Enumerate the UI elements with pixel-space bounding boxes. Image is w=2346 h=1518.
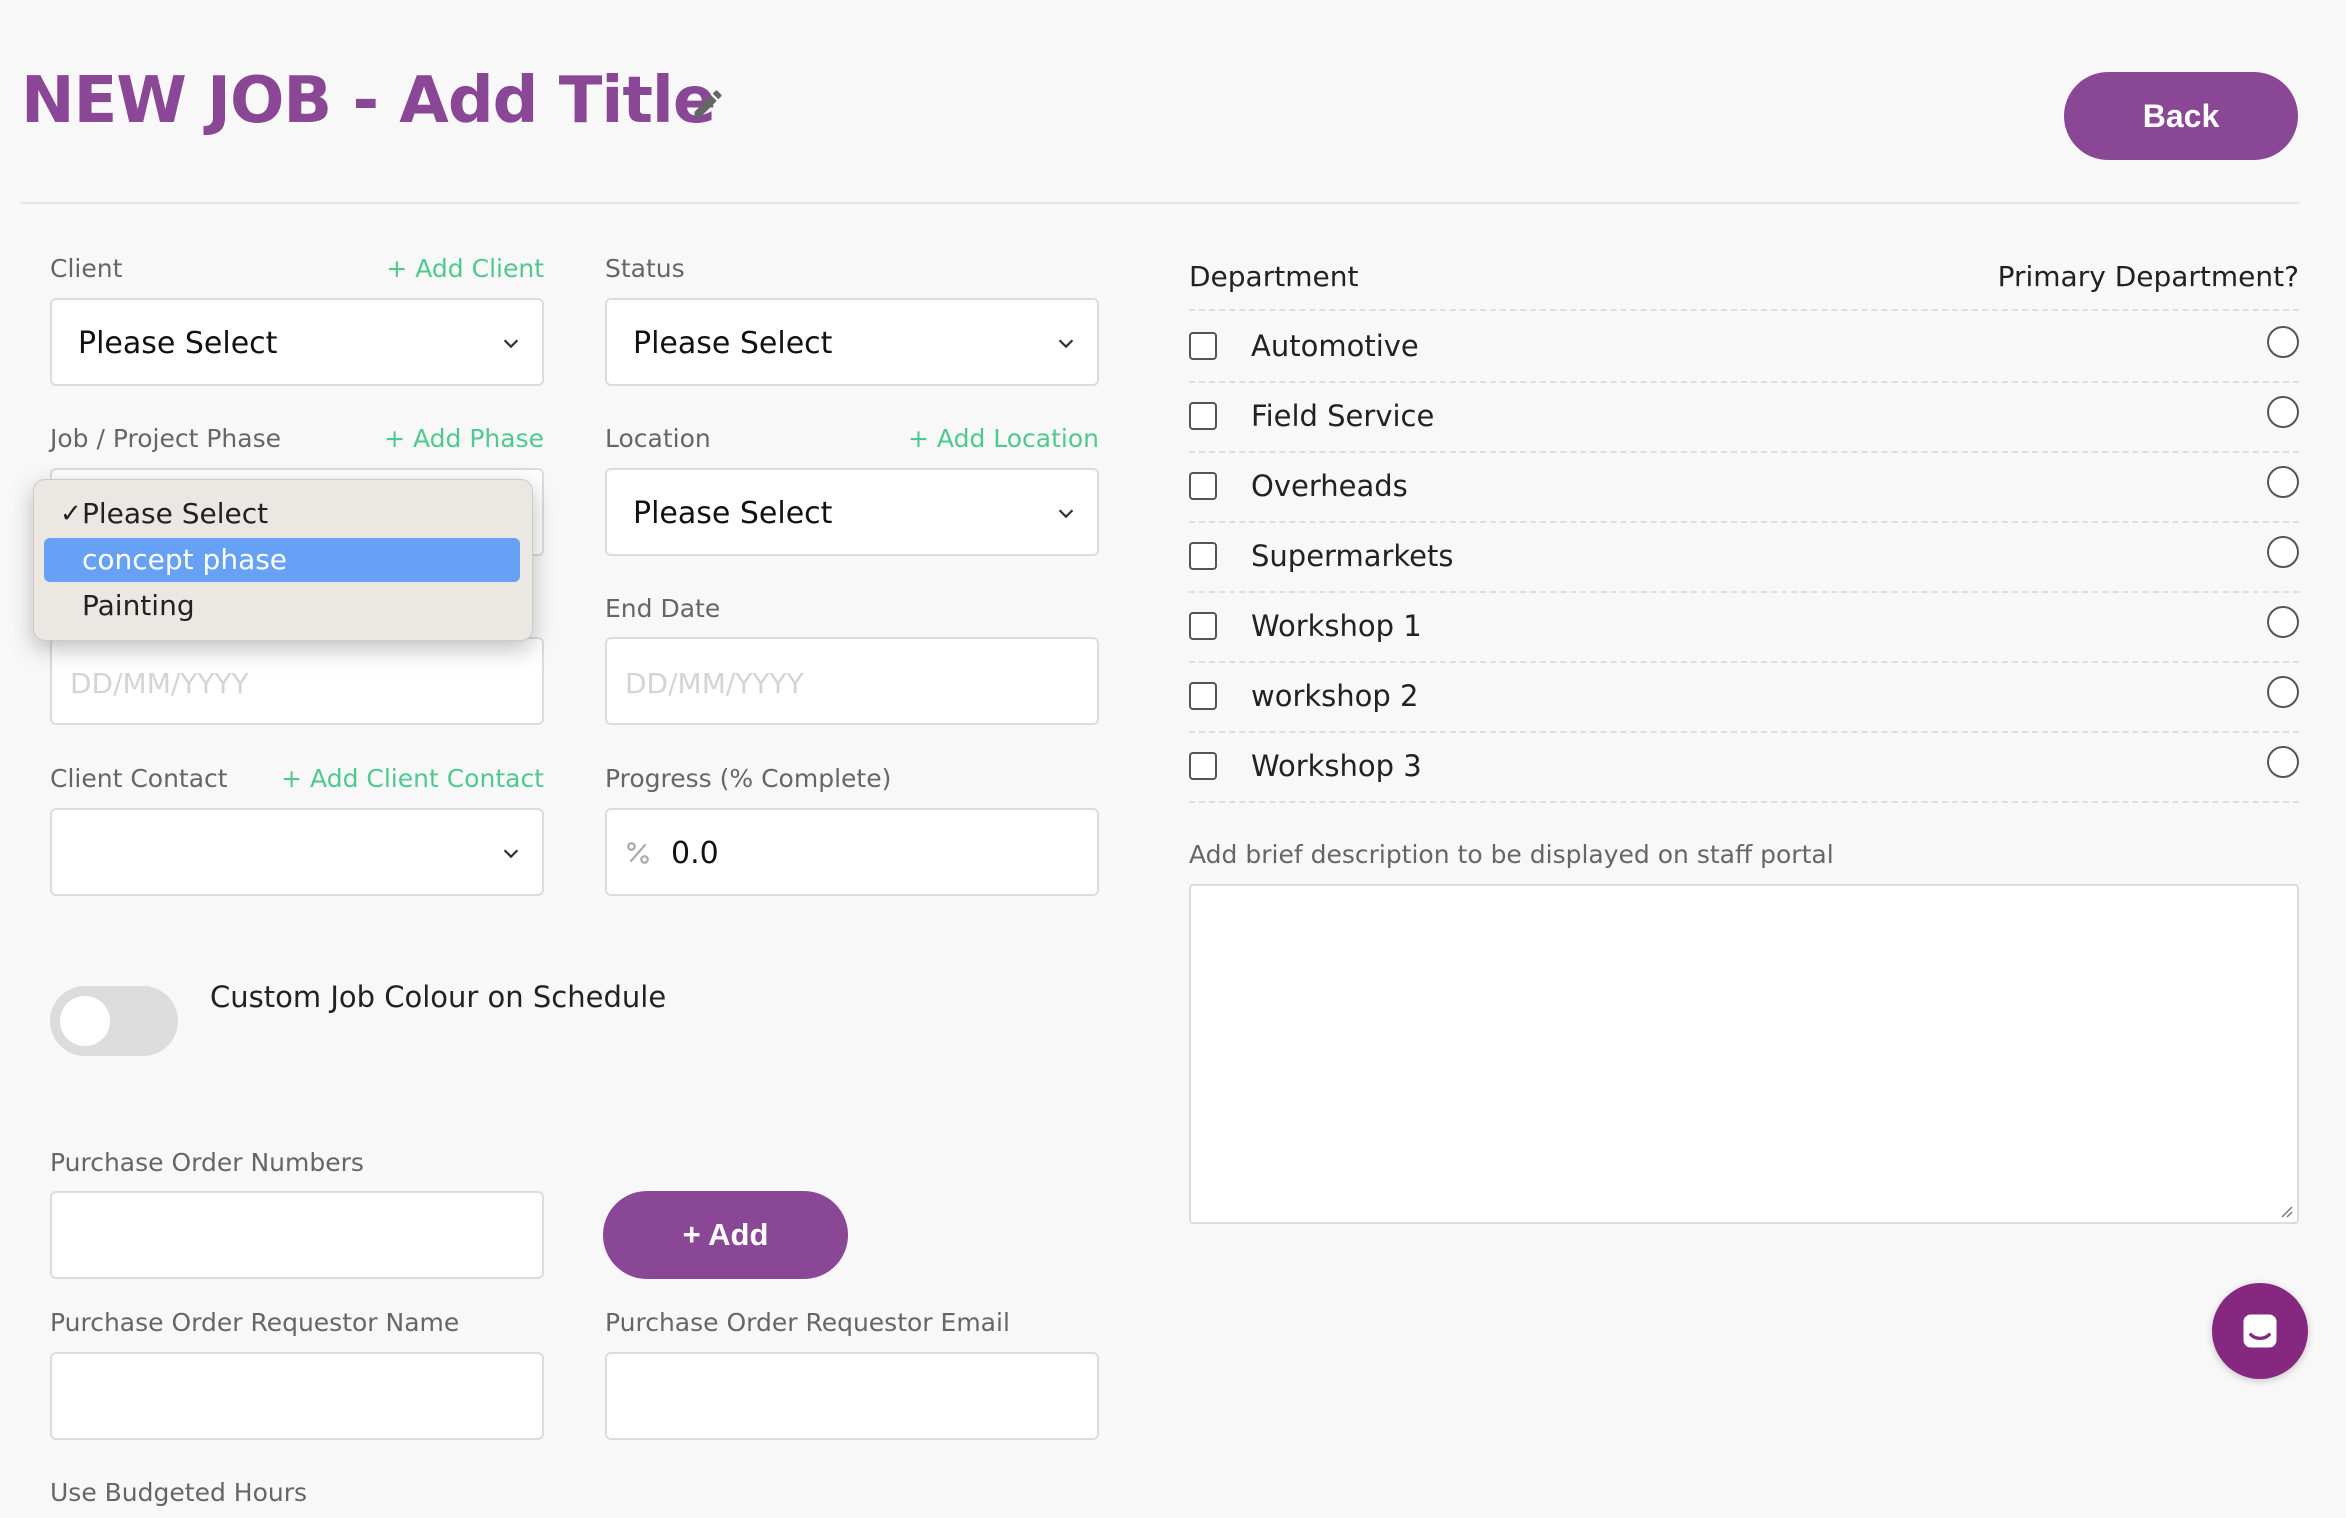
budgeted-hours-label: Use Budgeted Hours bbox=[50, 1478, 308, 1507]
add-location-link[interactable]: + Add Location bbox=[880, 424, 1099, 453]
primary-department-header: Primary Department? bbox=[1997, 260, 2299, 293]
end-date-placeholder: DD/MM/YYYY bbox=[625, 667, 804, 700]
toggle-knob bbox=[60, 996, 110, 1046]
department-name: Supermarkets bbox=[1251, 539, 1454, 573]
department-name: workshop 2 bbox=[1251, 679, 1419, 713]
status-label: Status bbox=[605, 254, 685, 283]
description-label: Add brief description to be displayed on… bbox=[1189, 840, 1834, 869]
chat-widget-button[interactable] bbox=[2212, 1283, 2308, 1379]
add-client-contact-link[interactable]: + Add Client Contact bbox=[280, 764, 544, 793]
phase-option-painting[interactable]: Painting bbox=[44, 584, 520, 628]
phase-label: Job / Project Phase bbox=[50, 424, 281, 453]
add-phase-link[interactable]: + Add Phase bbox=[380, 424, 544, 453]
pencil-icon[interactable] bbox=[690, 86, 726, 122]
phase-option-concept-phase[interactable]: concept phase bbox=[44, 538, 520, 582]
client-select[interactable]: Please Select bbox=[50, 298, 544, 386]
chevron-down-icon bbox=[1058, 339, 1074, 349]
department-name: Workshop 3 bbox=[1251, 749, 1422, 783]
department-name: Workshop 1 bbox=[1251, 609, 1422, 643]
phase-option-label: Painting bbox=[82, 589, 195, 622]
back-button[interactable]: Back bbox=[2064, 72, 2298, 160]
phase-option-label: Please Select bbox=[82, 497, 269, 530]
start-date-placeholder: DD/MM/YYYY bbox=[70, 667, 249, 700]
end-date-label: End Date bbox=[605, 594, 721, 623]
department-row: Automotive bbox=[1189, 311, 2299, 383]
chevron-down-icon bbox=[503, 339, 519, 349]
department-checkbox[interactable] bbox=[1189, 402, 1217, 430]
department-checkbox[interactable] bbox=[1189, 752, 1217, 780]
primary-department-radio[interactable] bbox=[2267, 536, 2299, 568]
primary-department-radio[interactable] bbox=[2267, 676, 2299, 708]
department-row: Field Service bbox=[1189, 381, 2299, 453]
department-checkbox[interactable] bbox=[1189, 542, 1217, 570]
department-name: Automotive bbox=[1251, 329, 1419, 363]
phase-dropdown-menu: ✓ Please Select concept phase Painting bbox=[33, 479, 533, 641]
department-row: Overheads bbox=[1189, 451, 2299, 523]
phase-option-please-select[interactable]: ✓ Please Select bbox=[44, 492, 520, 536]
progress-value: 0.0 bbox=[671, 836, 719, 871]
phase-option-label: concept phase bbox=[82, 543, 288, 576]
description-textarea[interactable] bbox=[1189, 884, 2299, 1224]
primary-department-radio[interactable] bbox=[2267, 326, 2299, 358]
department-name: Field Service bbox=[1251, 399, 1435, 433]
department-row: Workshop 1 bbox=[1189, 591, 2299, 663]
status-select[interactable]: Please Select bbox=[605, 298, 1099, 386]
client-label: Client bbox=[50, 254, 123, 283]
chevron-down-icon bbox=[1058, 509, 1074, 519]
percent-icon bbox=[627, 842, 649, 864]
department-header: Department bbox=[1189, 260, 1359, 293]
client-select-value: Please Select bbox=[78, 326, 278, 361]
po-numbers-input[interactable] bbox=[50, 1191, 544, 1279]
department-checkbox[interactable] bbox=[1189, 682, 1217, 710]
progress-label: Progress (% Complete) bbox=[605, 764, 892, 793]
po-requestor-name-input[interactable] bbox=[50, 1352, 544, 1440]
page-title: NEW JOB - Add Title bbox=[21, 64, 716, 138]
status-select-value: Please Select bbox=[633, 326, 833, 361]
custom-colour-toggle[interactable] bbox=[50, 986, 178, 1056]
department-name: Overheads bbox=[1251, 469, 1408, 503]
resize-handle-icon[interactable] bbox=[2279, 1204, 2293, 1218]
client-contact-select[interactable] bbox=[50, 808, 544, 896]
header-divider bbox=[21, 202, 2299, 204]
primary-department-radio[interactable] bbox=[2267, 606, 2299, 638]
primary-department-radio[interactable] bbox=[2267, 466, 2299, 498]
chevron-down-icon bbox=[503, 849, 519, 859]
department-row: Workshop 3 bbox=[1189, 731, 2299, 803]
add-po-button[interactable]: + Add bbox=[603, 1191, 848, 1279]
location-select[interactable]: Please Select bbox=[605, 468, 1099, 556]
primary-department-radio[interactable] bbox=[2267, 746, 2299, 778]
location-label: Location bbox=[605, 424, 711, 453]
end-date-input[interactable]: DD/MM/YYYY bbox=[605, 637, 1099, 725]
po-numbers-label: Purchase Order Numbers bbox=[50, 1148, 364, 1177]
department-checkbox[interactable] bbox=[1189, 612, 1217, 640]
client-contact-label: Client Contact bbox=[50, 764, 228, 793]
department-checkbox[interactable] bbox=[1189, 332, 1217, 360]
progress-input[interactable]: 0.0 bbox=[605, 808, 1099, 896]
po-requestor-name-label: Purchase Order Requestor Name bbox=[50, 1308, 460, 1337]
chat-icon bbox=[2243, 1314, 2277, 1348]
department-checkbox[interactable] bbox=[1189, 472, 1217, 500]
po-requestor-email-input[interactable] bbox=[605, 1352, 1099, 1440]
add-client-link[interactable]: + Add Client bbox=[380, 254, 544, 283]
primary-department-radio[interactable] bbox=[2267, 396, 2299, 428]
po-requestor-email-label: Purchase Order Requestor Email bbox=[605, 1308, 1010, 1337]
checkmark-icon: ✓ bbox=[60, 499, 82, 529]
location-select-value: Please Select bbox=[633, 496, 833, 531]
custom-colour-label: Custom Job Colour on Schedule bbox=[210, 980, 667, 1014]
start-date-input[interactable]: DD/MM/YYYY bbox=[50, 637, 544, 725]
department-row: Supermarkets bbox=[1189, 521, 2299, 593]
department-row: workshop 2 bbox=[1189, 661, 2299, 733]
